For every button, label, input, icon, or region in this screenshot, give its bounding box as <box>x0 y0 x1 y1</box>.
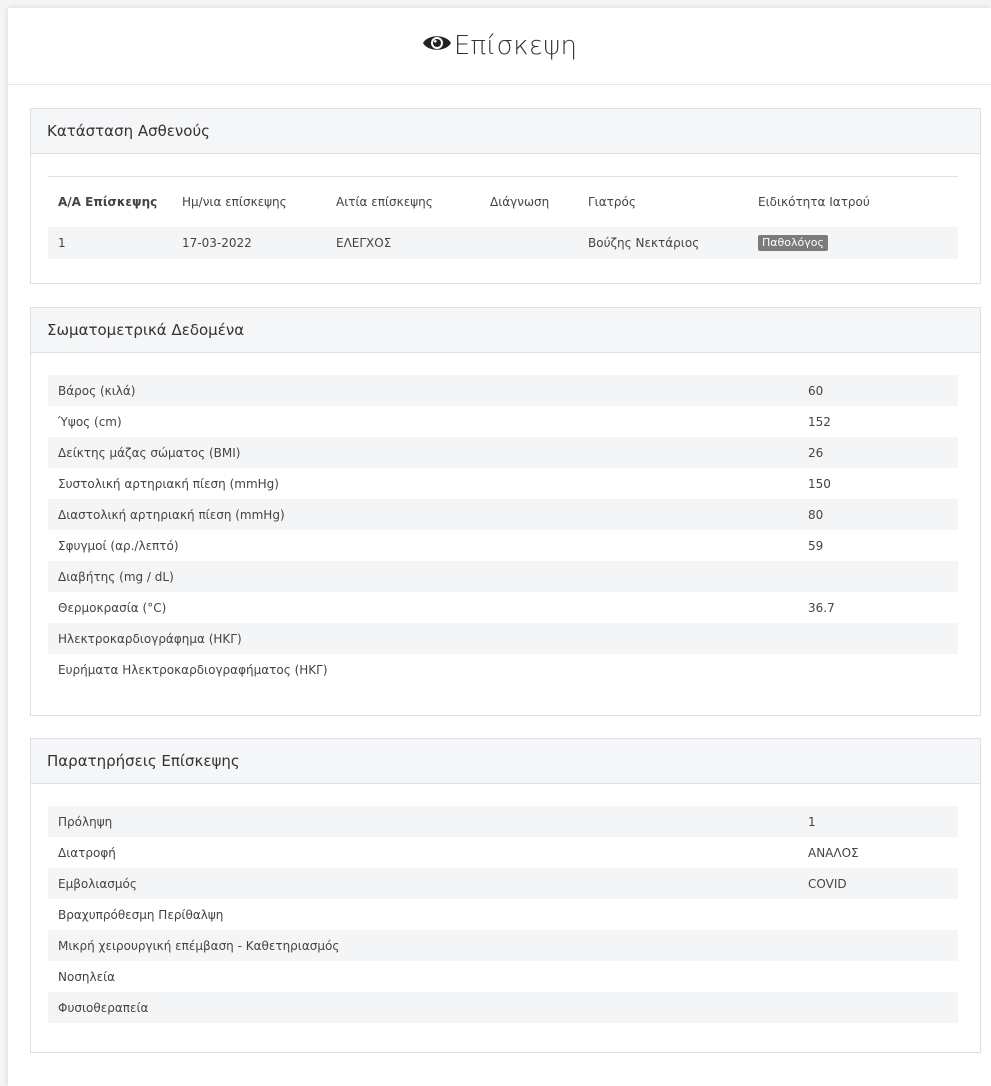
row-label: Δείκτης μάζας σώματος (BMI) <box>58 445 241 460</box>
visit-number: 1 <box>58 235 66 250</box>
row-value: 59 <box>808 538 824 553</box>
observations-panel: Παρατηρήσεις Επίσκεψης Πρόληψη 1 Διατροφή… <box>30 738 981 1053</box>
row-label: Ηλεκτροκαρδιογράφημα (ΗΚΓ) <box>58 631 242 646</box>
row-value <box>808 930 958 961</box>
row-value <box>808 899 958 930</box>
table-row: Διαστολική αρτηριακή πίεση (mmHg) 80 <box>48 499 958 530</box>
table-row: Φυσιοθεραπεία <box>48 992 958 1023</box>
row-value: ΑΝΑΛΟΣ <box>808 845 859 860</box>
table-row: Πρόληψη 1 <box>48 806 958 837</box>
table-row: Νοσηλεία <box>48 961 958 992</box>
column-header: Ημ/νια επίσκεψης <box>182 194 287 209</box>
row-value: 36.7 <box>808 600 835 615</box>
row-value: 150 <box>808 476 831 491</box>
table-row: Ύψος (cm) 152 <box>48 406 958 437</box>
table-row: Βραχυπρόθεσμη Περίθαλψη <box>48 899 958 930</box>
row-value: 80 <box>808 507 824 522</box>
visit-table: Α/Α Επίσκεψης Ημ/νια επίσκεψης Αιτία επί… <box>48 176 958 259</box>
row-label: Ύψος (cm) <box>58 414 122 429</box>
table-row: Διατροφή ΑΝΑΛΟΣ <box>48 837 958 868</box>
row-value <box>808 623 958 654</box>
table-row: Βάρος (κιλά) 60 <box>48 375 958 406</box>
table-row: Μικρή χειρουργική επέμβαση - Καθετηριασμ… <box>48 930 958 961</box>
visit-reason: ΕΛΕΓΧΟΣ <box>336 235 392 250</box>
row-label: Φυσιοθεραπεία <box>58 1000 149 1015</box>
column-header: Ειδικότητα Ιατρού <box>758 194 870 209</box>
table-row: Διαβήτης (mg / dL) <box>48 561 958 592</box>
row-label: Εμβολιασμός <box>58 876 137 891</box>
table-row: Εμβολιασμός COVID <box>48 868 958 899</box>
table-row: Σφυγμοί (αρ./λεπτό) 59 <box>48 530 958 561</box>
patient-status-panel: Κατάσταση Ασθενούς Α/Α Επίσκεψης Ημ/νια … <box>30 108 981 284</box>
row-label: Πρόληψη <box>58 814 113 829</box>
table-row: Δείκτης μάζας σώματος (BMI) 26 <box>48 437 958 468</box>
row-label: Σφυγμοί (αρ./λεπτό) <box>58 538 179 553</box>
table-row: Ευρήματα Ηλεκτροκαρδιογραφήματος (ΗΚΓ) <box>48 654 958 685</box>
row-label: Βραχυπρόθεσμη Περίθαλψη <box>58 907 224 922</box>
row-label: Νοσηλεία <box>58 969 116 984</box>
row-label: Θερμοκρασία (°C) <box>58 600 167 615</box>
table-row: Θερμοκρασία (°C) 36.7 <box>48 592 958 623</box>
row-label: Βάρος (κιλά) <box>58 383 136 398</box>
row-value: 1 <box>808 814 816 829</box>
row-label: Ευρήματα Ηλεκτροκαρδιογραφήματος (ΗΚΓ) <box>58 662 328 677</box>
row-label: Μικρή χειρουργική επέμβαση - Καθετηριασμ… <box>58 938 340 953</box>
table-row: 1 17-03-2022 ΕΛΕΓΧΟΣ Βούζης Νεκτάριος Πα… <box>48 226 958 259</box>
specialty-badge: Παθολόγος <box>758 234 828 251</box>
row-value <box>808 561 958 592</box>
row-value: 152 <box>808 414 831 429</box>
doctor-name: Βούζης Νεκτάριος <box>588 235 700 250</box>
panel-heading: Κατάσταση Ασθενούς <box>31 109 980 154</box>
somatometric-panel: Σωματομετρικά Δεδομένα Βάρος (κιλά) 60 Ύψ… <box>30 307 981 716</box>
row-value <box>808 654 958 685</box>
row-value: 60 <box>808 383 824 398</box>
visit-page: Επίσκεψη Κατάσταση Ασθενούς Α/Α Επίσκεψη… <box>8 8 991 1086</box>
row-value <box>808 961 958 992</box>
visit-date: 17-03-2022 <box>182 235 252 250</box>
panel-heading: Σωματομετρικά Δεδομένα <box>31 308 980 353</box>
observations-table: Πρόληψη 1 Διατροφή ΑΝΑΛΟΣ Εμβολιασμός COVID… <box>48 806 958 1023</box>
row-label: Συστολική αρτηριακή πίεση (mmHg) <box>58 476 279 491</box>
row-value: 26 <box>808 445 824 460</box>
page-header: Επίσκεψη <box>8 8 991 85</box>
visit-diagnosis <box>480 227 578 259</box>
somatometric-table: Βάρος (κιλά) 60 Ύψος (cm) 152 Δείκτης μάζα… <box>48 375 958 685</box>
page-title-text: Επίσκεψη <box>453 31 578 61</box>
table-row: Συστολική αρτηριακή πίεση (mmHg) 150 <box>48 468 958 499</box>
row-value: COVID <box>808 876 847 891</box>
eye-icon <box>422 31 454 61</box>
page-title: Επίσκεψη <box>422 31 577 61</box>
column-header: Διάγνωση <box>490 194 550 209</box>
column-header: Α/Α Επίσκεψης <box>58 194 158 209</box>
column-header: Αιτία επίσκεψης <box>336 194 433 209</box>
panel-heading: Παρατηρήσεις Επίσκεψης <box>31 739 980 784</box>
row-label: Διαστολική αρτηριακή πίεση (mmHg) <box>58 507 285 522</box>
specialty-cell: Παθολόγος <box>748 227 958 259</box>
row-label: Διατροφή <box>58 845 116 860</box>
column-header: Γιατρός <box>588 194 636 209</box>
table-header-row: Α/Α Επίσκεψης Ημ/νια επίσκεψης Αιτία επί… <box>48 177 958 227</box>
row-label: Διαβήτης (mg / dL) <box>58 569 174 584</box>
row-value <box>808 992 958 1023</box>
table-row: Ηλεκτροκαρδιογράφημα (ΗΚΓ) <box>48 623 958 654</box>
